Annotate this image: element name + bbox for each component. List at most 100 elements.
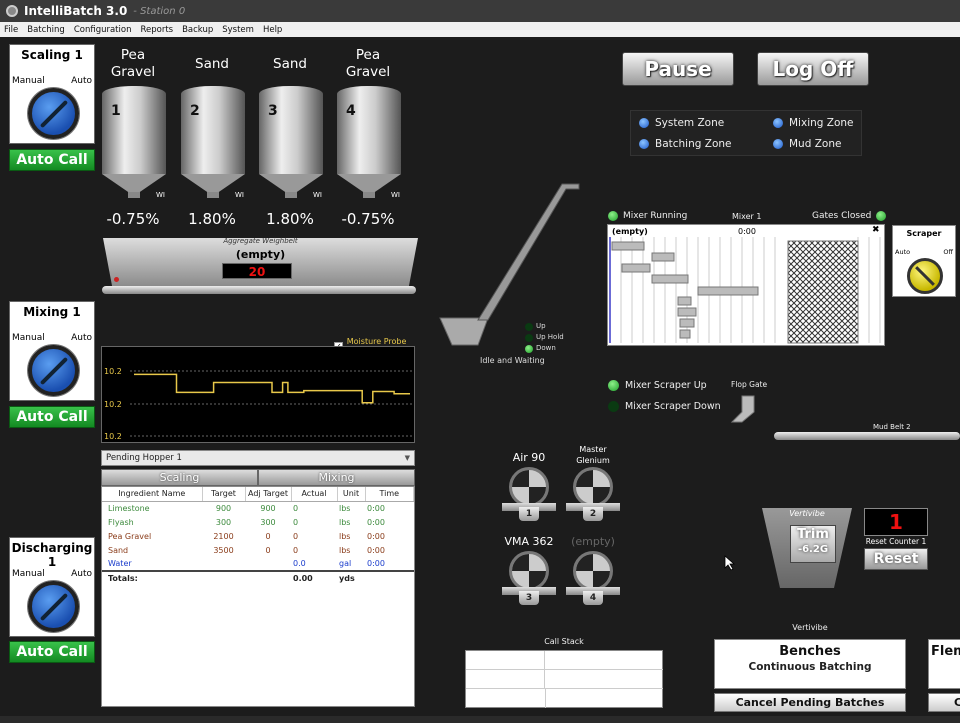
reset-counter-display: 1 — [864, 508, 928, 536]
pump-4-label: (empty) — [571, 535, 615, 548]
hopper-number: 3 — [268, 103, 278, 119]
panel-title: Scaling 1 — [21, 48, 83, 62]
cell-unit: lbs — [339, 545, 351, 555]
tab-scaling[interactable]: Scaling — [101, 469, 258, 486]
scaling-auto-call-button[interactable]: Auto Call — [9, 149, 95, 171]
zone-indicator-icon — [773, 118, 783, 128]
table-row[interactable]: Water 0.0 gal 0:00 — [102, 557, 414, 571]
hopper-1-name: Pea Gravel — [110, 47, 156, 80]
menu-reports[interactable]: Reports — [140, 25, 173, 35]
tab-mixing[interactable]: Mixing — [258, 469, 415, 486]
table-row[interactable]: Flyash 300 300 0 lbs 0:00 — [102, 515, 414, 529]
cancel-pending-batches-button[interactable]: Cancel Pending Batches — [714, 693, 906, 712]
pending-hopper-select[interactable]: Pending Hopper 1 ▼ — [101, 450, 415, 466]
trim-value: -6.2G — [797, 544, 829, 555]
scraper-knob[interactable] — [907, 258, 943, 294]
pump-number: 2 — [583, 507, 603, 521]
cell-name: Flyash — [108, 517, 134, 527]
weighbelt-caption: Aggregate Weighbelt — [223, 237, 298, 245]
pump-2[interactable]: 2 — [566, 467, 620, 523]
manual-label: Manual — [12, 569, 45, 579]
hopper-3[interactable]: 3 WI — [259, 86, 323, 206]
benches-subtitle: Continuous Batching — [748, 661, 872, 673]
moisture-chart-svg: 10.2 10.2 10.2 — [104, 367, 414, 441]
table-row[interactable]: Pea Gravel 2100 0 0 lbs 0:00 — [102, 529, 414, 543]
scaling-mode-knob[interactable] — [28, 88, 79, 139]
reset-button[interactable]: Reset — [864, 548, 928, 570]
hopper-number: 2 — [190, 103, 200, 119]
status-bar — [0, 716, 960, 723]
conveyor-belt — [477, 183, 580, 321]
cell-target: 3500 — [213, 545, 234, 555]
cell-adj: 0 — [265, 531, 271, 541]
zone-label: System Zone — [655, 117, 725, 129]
mixing-panel: Mixing 1 Manual Auto — [9, 301, 95, 401]
hopper-1[interactable]: 1 WI — [102, 86, 166, 206]
discharging-mode-knob[interactable] — [28, 581, 79, 632]
conveyor-up-indicator — [525, 323, 533, 331]
totals-unit: yds — [337, 570, 365, 585]
flop-gate-label: Flop Gate — [731, 380, 768, 389]
zone-indicator-icon — [773, 139, 783, 149]
menu-help[interactable]: Help — [263, 25, 282, 35]
benches-title: Benches — [779, 644, 841, 659]
pump-4[interactable]: 4 — [566, 551, 620, 607]
scraper-down-indicator — [608, 401, 619, 412]
ingredient-rows: Limestone 900 900 0 lbs 0:00 Flyash 300 300 0 lbs 0… — [102, 501, 414, 585]
menu-backup[interactable]: Backup — [182, 25, 213, 35]
panel-title: Discharging 1 — [11, 541, 93, 569]
pump-number: 1 — [519, 507, 539, 521]
menu-batching[interactable]: Batching — [27, 25, 65, 35]
zone-mud[interactable]: Mud Zone — [773, 138, 841, 150]
menu-file[interactable]: File — [4, 25, 18, 35]
menu-bar: File Batching Configuration Reports Back… — [0, 22, 960, 37]
y-tick-label: 10.2 — [104, 400, 122, 409]
weighbelt-led — [114, 277, 119, 282]
col-time: Time — [365, 487, 414, 502]
hopper-2[interactable]: 2 WI — [181, 86, 245, 206]
pause-button[interactable]: Pause — [622, 52, 734, 86]
pump-3[interactable]: 3 — [502, 551, 556, 607]
trim-label: Trim — [797, 527, 829, 542]
scraper-up-indicator — [608, 380, 619, 391]
station-label: - Station 0 — [133, 5, 186, 17]
table-header-row: Ingredient Name Target Adj Target Actual… — [102, 487, 414, 502]
trim-button[interactable]: Trim -6.2G — [790, 525, 836, 563]
conveyor-uphold-indicator — [525, 334, 533, 342]
cell-target: 900 — [215, 503, 232, 513]
hopper-4[interactable]: 4 WI — [337, 86, 401, 206]
flem-panel[interactable]: Flem — [928, 639, 960, 689]
log-off-button[interactable]: Log Off — [757, 52, 869, 86]
conveyor-uphold-label: Up Hold — [536, 333, 564, 341]
zone-mixing[interactable]: Mixing Zone — [773, 117, 854, 129]
cell-unit: lbs — [339, 503, 351, 513]
hopper-1-moisture: -0.75% — [106, 210, 160, 228]
cell-time: 0:00 — [367, 559, 385, 568]
menu-configuration[interactable]: Configuration — [74, 25, 132, 35]
mixer-timeline: (empty) 0:00 ✖ — [607, 224, 885, 346]
zone-label: Mud Zone — [789, 138, 842, 150]
call-stack-label: Call Stack — [544, 637, 584, 646]
zone-batching[interactable]: Batching Zone — [639, 138, 732, 150]
cell-actual: 0.0 — [293, 559, 306, 568]
table-row[interactable]: Limestone 900 900 0 lbs 0:00 — [102, 501, 414, 515]
pump-1[interactable]: 1 — [502, 467, 556, 523]
auto-label: Auto — [71, 333, 92, 343]
mud-belt — [774, 432, 960, 440]
charging-conveyor[interactable] — [438, 180, 588, 355]
menu-system[interactable]: System — [222, 25, 254, 35]
flem-cancel-button[interactable]: C — [928, 693, 960, 712]
hopper-4-name: Pea Gravel — [345, 47, 391, 80]
cell-name: Sand — [108, 545, 129, 555]
cell-unit: lbs — [339, 531, 351, 541]
discharging-auto-call-button[interactable]: Auto Call — [9, 641, 95, 663]
zone-system[interactable]: System Zone — [639, 117, 724, 129]
table-row[interactable]: Sand 3500 0 0 lbs 0:00 — [102, 543, 414, 557]
cell-actual: 0 — [293, 545, 299, 555]
flop-gate[interactable] — [728, 394, 760, 426]
pin-icon[interactable]: ✖ — [872, 225, 880, 235]
scraper-up-label: Mixer Scraper Up — [625, 380, 707, 391]
mixing-mode-knob[interactable] — [28, 345, 79, 396]
mixing-auto-call-button[interactable]: Auto Call — [9, 406, 95, 428]
benches-panel[interactable]: Benches Continuous Batching — [714, 639, 906, 689]
